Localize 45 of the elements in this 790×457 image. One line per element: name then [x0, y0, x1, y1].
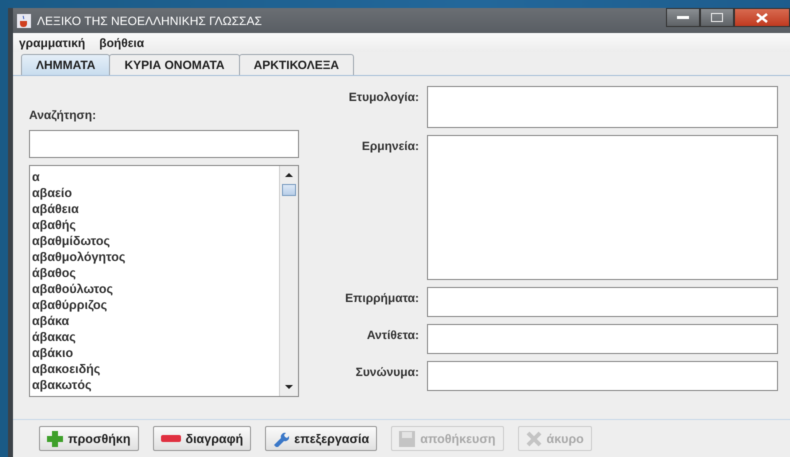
list-item[interactable]: αβακωτός	[32, 377, 277, 393]
plus-icon	[47, 430, 63, 446]
list-item[interactable]: αβαθούλωτος	[32, 281, 277, 297]
menu-item[interactable]: βοήθεια	[99, 36, 144, 50]
list-item[interactable]: αβαθμίδωτος	[32, 233, 277, 249]
field-label: Ερμηνεία:	[360, 138, 419, 155]
list-item[interactable]: αβαθμολόγητος	[32, 249, 277, 265]
menu-item[interactable]: γραμματική	[19, 36, 86, 50]
cross-icon	[526, 430, 542, 446]
maximize-button[interactable]	[700, 8, 734, 27]
field-label: Ετυμολογία:	[348, 89, 419, 106]
list-item[interactable]: α	[32, 169, 277, 185]
text-area[interactable]	[427, 86, 778, 128]
scroll-thumb[interactable]	[282, 184, 296, 196]
list-item[interactable]: αβάθεια	[32, 201, 277, 217]
scrollbar[interactable]	[279, 166, 298, 396]
close-button[interactable]	[734, 8, 790, 27]
action-button[interactable]: προσθήκη	[39, 426, 138, 451]
list-item[interactable]: αβαθής	[32, 217, 277, 233]
minimize-icon	[677, 16, 689, 20]
search-label: Αναζήτηση:	[29, 108, 98, 122]
field-label: Συνώνυμα:	[354, 364, 419, 381]
window-title: ΛΕΞΙΚΟ ΤΗΣ ΝΕΟΕΛΛΗΝΙΚΗΣ ΓΛΩΣΣΑΣ	[37, 14, 262, 28]
list-item[interactable]: άβαθος	[32, 265, 277, 281]
maximize-icon	[711, 13, 723, 22]
list-item[interactable]: αβαείο	[32, 185, 277, 201]
list-item[interactable]: αβαθύρριζος	[32, 297, 277, 313]
list-item[interactable]: άβακας	[32, 329, 277, 345]
tab[interactable]: ΑΡΚΤΙΚΟΛΕΞΑ	[238, 54, 354, 75]
list-item[interactable]: αβάκιο	[32, 345, 277, 361]
close-icon	[756, 12, 768, 22]
minimize-button[interactable]	[666, 8, 700, 27]
list-item[interactable]: αβακοειδής	[32, 361, 277, 377]
tab[interactable]: ΛΗΜΜΑΤΑ	[21, 54, 110, 75]
text-area[interactable]	[427, 324, 778, 354]
action-button[interactable]: διαγραφή	[152, 426, 252, 451]
minus-icon	[160, 434, 180, 442]
search-field[interactable]	[29, 130, 299, 158]
text-area[interactable]	[427, 361, 778, 391]
text-area[interactable]	[427, 287, 778, 317]
wrench-icon	[273, 430, 290, 446]
list-item[interactable]: αβάκα	[32, 313, 277, 329]
action-button[interactable]: επεξεργασία	[265, 426, 378, 451]
field-label: Επιρρήματα:	[344, 290, 419, 307]
field-label: Αντίθετα:	[366, 327, 419, 344]
